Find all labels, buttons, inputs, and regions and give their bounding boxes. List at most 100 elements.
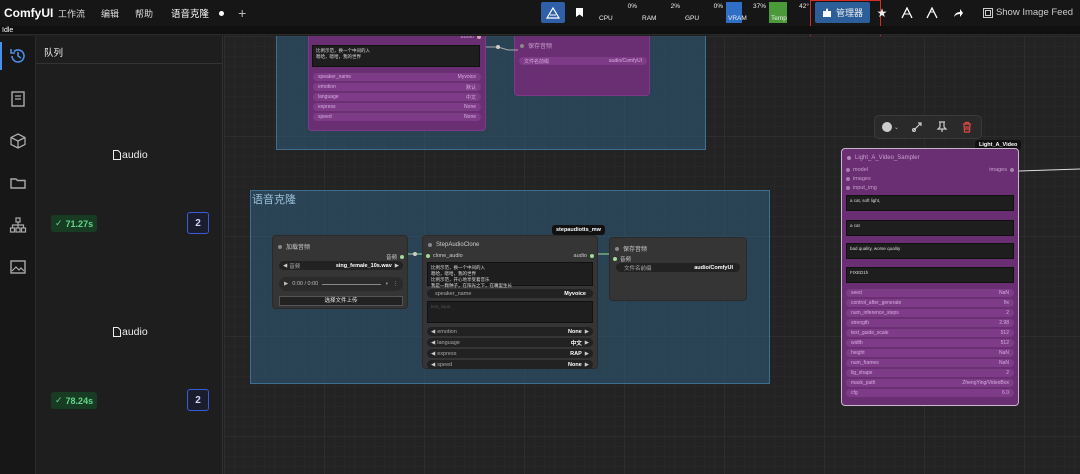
folder-icon[interactable] (9, 174, 27, 192)
video-prompt-1[interactable]: a cat, soft light, (846, 195, 1014, 211)
video-input-img[interactable]: input_img (846, 185, 877, 191)
top-clone-text[interactable]: 比例示范，换一个中间的入 嗯哈，嗯哈，我的世界 (312, 45, 480, 67)
menu-edit[interactable]: 编辑 (101, 7, 119, 20)
logo-sail-button[interactable] (541, 2, 565, 23)
top-clone-node[interactable]: 比例示范，换一个中间的入 嗯哈，嗯哈，我的世界 audio speaker_na… (308, 36, 486, 131)
cube-icon[interactable] (9, 132, 27, 150)
chevron-down-icon: ⌄ (894, 124, 900, 131)
video-widget[interactable]: seed NaN (846, 289, 1014, 297)
load-audio-output[interactable]: 音频 (386, 253, 404, 261)
emotion-select[interactable]: ◀ emotion None ▶ (427, 327, 593, 336)
share-b-button[interactable] (922, 2, 942, 23)
workflow-tab[interactable]: 语音克隆 (171, 6, 225, 20)
node-canvas[interactable]: 比例示范，换一个中间的入 嗯哈，嗯哈，我的世界 audio speaker_na… (224, 36, 1080, 474)
top-widget[interactable]: emotion 默认 (313, 83, 481, 91)
video-widget-label: num_frames (851, 360, 879, 366)
express-select[interactable]: ◀ express RAP ▶ (427, 349, 593, 358)
video-widget[interactable]: height NaN (846, 349, 1014, 357)
video-input-model[interactable]: model (846, 167, 868, 173)
upload-file-button[interactable]: 选择文件上传 (279, 296, 403, 306)
clone-audio-input[interactable]: clone_audio (426, 253, 463, 259)
menu-workflow[interactable]: 工作流 (58, 7, 85, 20)
volume-icon[interactable]: ◖ (385, 281, 388, 287)
top-save-node[interactable]: 保存音频 文件名前缀 audio/ComfyUI (514, 36, 650, 96)
video-widget[interactable]: lig_shape 2 (846, 369, 1014, 377)
queue-item[interactable]: audio ✓ 78.24s 2 (36, 241, 223, 416)
show-image-feed-button[interactable]: Show Image Feed (978, 2, 1078, 23)
queue-item-count[interactable]: 2 (187, 212, 209, 234)
video-widget-label: mask_path (851, 380, 876, 386)
arrow-left-icon: ◀ (283, 262, 288, 269)
bookmark-button[interactable] (569, 2, 589, 23)
audio-time: 0:00 / 0:00 (292, 281, 319, 287)
bypass-icon[interactable] (911, 121, 923, 133)
video-widget[interactable]: mask_path ZhengYing/VideoBox (846, 379, 1014, 387)
video-prompt-2[interactable]: a cat (846, 220, 1014, 236)
clone-audio-output[interactable]: audio (574, 253, 594, 259)
video-widget-value: NaN (998, 360, 1009, 366)
queue-item-count[interactable]: 2 (187, 389, 209, 411)
video-prompt-text: a cat (850, 223, 860, 228)
step-audio-clone-node[interactable]: StepAudioClone clone_audio audio 比例示范，换一… (422, 235, 598, 369)
video-widget-value: ZhengYing/VideoBox (962, 380, 1009, 386)
new-tab-plus-icon[interactable]: + (238, 5, 246, 21)
arrow-right-icon: ▶ (584, 339, 589, 346)
video-widget[interactable]: num_inference_steps 2 (846, 309, 1014, 317)
top-save-prefix-label: 文件名前缀 (524, 58, 550, 65)
video-widget[interactable]: width 512 (846, 339, 1014, 347)
top-widget[interactable]: express None (313, 103, 481, 111)
color-picker-button[interactable]: ⌄ (882, 122, 899, 132)
load-audio-node[interactable]: 加载音频 音频 ◀ 音频 sing_female_10s.wav ▶ ▶ 0:0… (272, 235, 408, 309)
more-vert-icon[interactable]: ⋮ (393, 281, 399, 287)
video-input-images[interactable]: images (846, 176, 871, 182)
light-a-video-node[interactable]: Light_A_Video_Sampler model images input… (841, 148, 1019, 406)
load-audio-title-text: 加载音频 (286, 245, 311, 251)
top-save-prefix[interactable]: 文件名前缀 audio/ComfyUI (519, 57, 647, 65)
queue-item[interactable]: audio ✓ 71.27s 2 (36, 64, 223, 239)
save-audio-input[interactable]: 音频 (613, 255, 631, 263)
audio-progress[interactable] (322, 283, 382, 285)
image-gallery-icon[interactable] (9, 258, 27, 276)
menu-help[interactable]: 帮助 (135, 7, 153, 20)
upload-file-label: 选择文件上传 (324, 298, 358, 304)
check-icon: ✓ (55, 218, 63, 228)
star-button[interactable]: ★ (873, 2, 891, 23)
audio-player[interactable]: ▶ 0:00 / 0:00 ◖ ⋮ (279, 277, 403, 291)
filename-prefix-field[interactable]: 文件名前缀 audio/ComfyUI (616, 263, 740, 272)
speaker-name-field[interactable]: speaker_name Myvoice (427, 289, 593, 298)
node-badge: stepaudiotts_mw (552, 225, 605, 235)
audio-file-select[interactable]: ◀ 音频 sing_female_10s.wav ▶ (279, 261, 403, 270)
top-clone-audio-out[interactable]: audio (461, 36, 481, 40)
top-widget[interactable]: speaker_name Myvoice (313, 73, 481, 81)
ram-label: RAM (642, 15, 657, 22)
video-prompt-3[interactable]: bad quality, worse quality (846, 243, 1014, 259)
trash-icon[interactable] (961, 121, 973, 133)
pin-icon[interactable] (936, 121, 948, 133)
clone-prompt-input[interactable]: text_input (427, 301, 593, 323)
group-title: 语音克隆 (252, 194, 296, 206)
save-audio-node[interactable]: 保存音频 音频 文件名前缀 audio/ComfyUI (609, 237, 747, 301)
video-widget[interactable]: strength 2.98 (846, 319, 1014, 327)
top-widget[interactable]: language 中文 (313, 93, 481, 101)
speed-select[interactable]: ◀ speed None ▶ (427, 360, 593, 369)
video-widget-value: 512 (1000, 340, 1009, 346)
video-widget[interactable]: control_after_generate fix (846, 299, 1014, 307)
save-audio-input-label: 音频 (620, 257, 632, 263)
share-arrow-button[interactable] (948, 2, 968, 23)
clone-text-input[interactable]: 比例示范，换一个中间的入 嗯哈，嗯哈，我的世界 比例示范，开心地享受着音乐 我是… (427, 262, 593, 288)
video-widget[interactable]: num_frames NaN (846, 359, 1014, 367)
language-select[interactable]: ◀ language 中文 ▶ (427, 338, 593, 347)
play-icon[interactable]: ▶ (284, 281, 288, 287)
history-icon[interactable] (9, 47, 27, 65)
node-tree-icon[interactable] (9, 216, 27, 234)
gpu-pct: 0% (713, 3, 723, 10)
book-icon[interactable] (9, 90, 27, 108)
top-widget-value: Myvoice (457, 74, 476, 80)
video-widget[interactable]: text_guide_scale 512 (846, 329, 1014, 337)
top-widget[interactable]: speed None (313, 113, 481, 121)
top-bar: ComfyUI 工作流 编辑 帮助 语音克隆 + (0, 0, 1080, 26)
video-prompt-4[interactable]: FIXED1h (846, 267, 1014, 283)
video-output-images[interactable]: images (989, 167, 1014, 173)
video-widget[interactable]: cfg 6.0 (846, 389, 1014, 397)
share-a-button[interactable] (897, 2, 917, 23)
